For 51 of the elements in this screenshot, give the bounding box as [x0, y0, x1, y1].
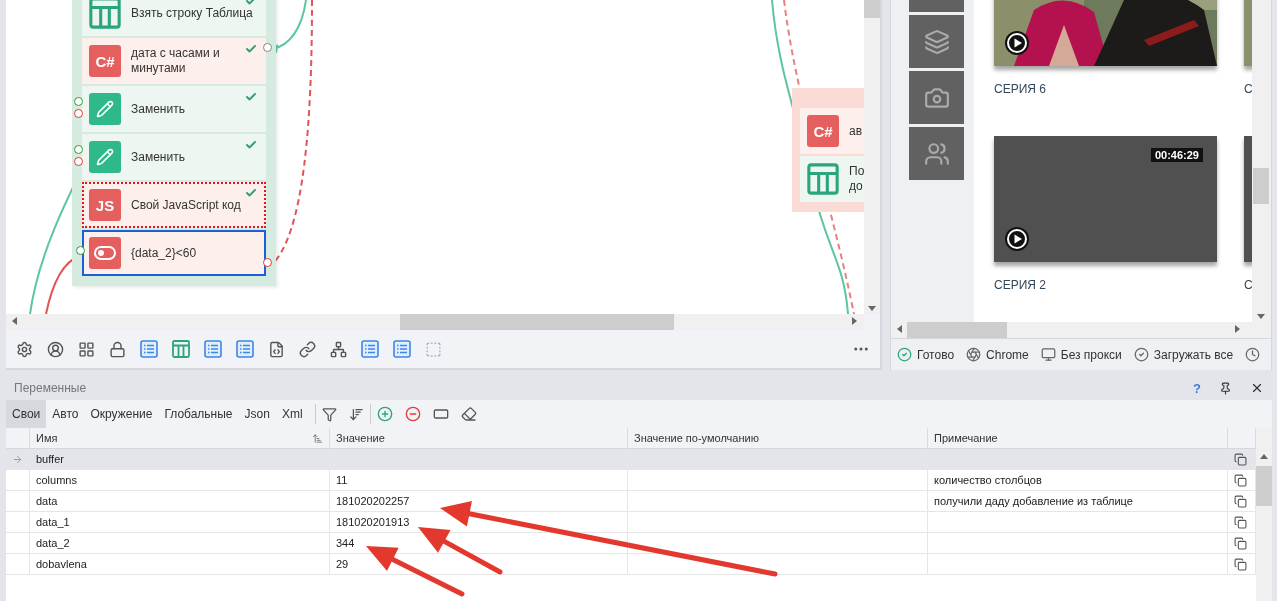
- action-node[interactable]: Заменить: [82, 134, 266, 180]
- action-node[interactable]: {data_2}<60: [82, 230, 266, 276]
- node-label: {data_2}<60: [131, 245, 197, 261]
- action-node[interactable]: C# ав: [800, 108, 864, 154]
- node-label: дата с часами и минутами: [131, 46, 221, 76]
- table-cell: количество столбцов: [928, 470, 1228, 491]
- status-label[interactable]: Chrome: [986, 347, 1029, 362]
- status-label[interactable]: Загружать все: [1153, 347, 1234, 362]
- code-badge: C#: [807, 115, 839, 147]
- column-header[interactable]: Значение по-умолчанию: [628, 428, 928, 450]
- video-thumbnail[interactable]: 00:46:29: [994, 136, 1217, 262]
- table-cell: columns: [30, 470, 330, 491]
- table-cell: data_1: [30, 512, 330, 533]
- column-header[interactable]: Примечание: [928, 428, 1228, 450]
- video-title[interactable]: С: [1244, 82, 1252, 96]
- action-node[interactable]: Заменить: [82, 86, 266, 132]
- node-label: Заменить: [131, 101, 185, 117]
- tab[interactable]: Окружение: [84, 400, 159, 428]
- tab[interactable]: Json: [238, 400, 276, 428]
- column-header[interactable]: Значение: [330, 428, 628, 450]
- duration-label: 00:46:29: [1150, 148, 1203, 162]
- panel-title: Переменные: [14, 381, 88, 395]
- tab[interactable]: Глобальные: [158, 400, 239, 428]
- tab[interactable]: Авто: [46, 400, 85, 428]
- action-node[interactable]: По до: [800, 156, 864, 202]
- action-node[interactable]: Взять строку Таблица: [82, 0, 266, 36]
- table-cell: 29: [330, 554, 628, 575]
- table-cell: получили даду добавление из таблице: [928, 491, 1228, 512]
- video-title[interactable]: С: [1244, 278, 1252, 292]
- video-title[interactable]: СЕРИЯ 6: [994, 82, 1217, 96]
- tab[interactable]: Xml: [275, 400, 309, 428]
- action-node[interactable]: C# дата с часами и минутами: [82, 38, 266, 84]
- node-label: Свой JavaScript код: [131, 197, 241, 213]
- table-cell: dobavlena: [30, 554, 330, 575]
- node-label: По до: [849, 164, 864, 194]
- table-cell: data: [30, 491, 330, 512]
- column-header[interactable]: Имя: [30, 428, 330, 450]
- video-title[interactable]: СЕРИЯ 2: [994, 278, 1217, 292]
- status-label[interactable]: Без прокси: [1060, 347, 1122, 362]
- code-badge: C#: [89, 45, 121, 77]
- tab[interactable]: Свои: [6, 400, 47, 428]
- table-cell: data_2: [30, 533, 330, 554]
- node-label: ав: [849, 123, 864, 139]
- node-label: Взять строку Таблица: [131, 5, 253, 21]
- table-cell: 181020202257: [330, 491, 628, 512]
- code-badge: JS: [89, 189, 121, 221]
- table-cell: 11: [330, 470, 628, 491]
- action-node[interactable]: JS Свой JavaScript код: [82, 182, 266, 228]
- table-cell: buffer: [30, 449, 330, 470]
- node-label: Заменить: [131, 149, 185, 165]
- status-label[interactable]: Готово: [917, 347, 955, 362]
